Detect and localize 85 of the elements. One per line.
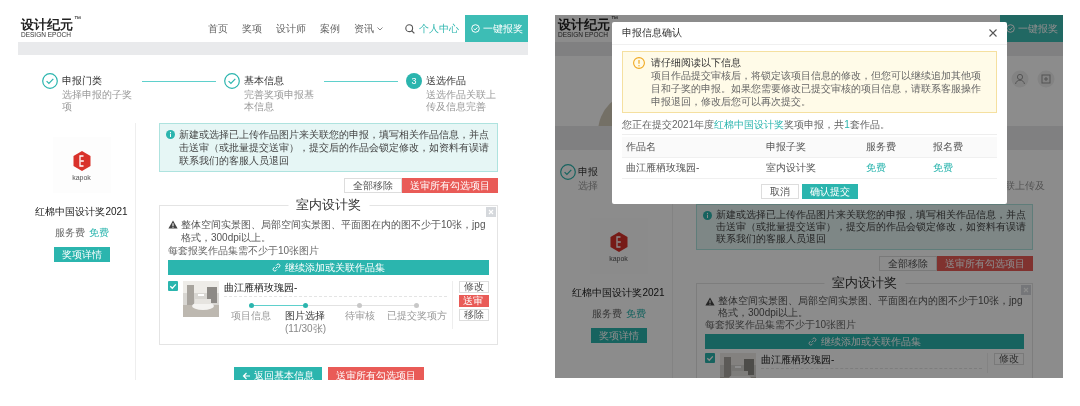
hexagon-logo-icon [608, 230, 629, 253]
notice-text: 新建或选择已上传作品图片来关联您的申报，填写相关作品信息，并点击送审（或批量提交送审），提交后的作品会锁定修改，如资料有误请联系我们的客服人员退回 [716, 209, 1026, 245]
remove-all-button[interactable]: 全部移除 [879, 256, 937, 271]
step-description: 选择申报的子奖项 [62, 89, 133, 113]
submit-all-button[interactable]: 送审所有勾选项目 [402, 178, 498, 193]
add-portfolio-button[interactable]: 继续添加或关联作品集 [705, 334, 1024, 349]
step-number: 3 [406, 73, 422, 89]
table-cell-text: 免费 [865, 161, 887, 175]
link-icon [272, 263, 281, 272]
submit-all-button[interactable]: 送审所有勾选项目 [327, 367, 424, 380]
warning-icon [168, 220, 178, 229]
alert-message: 项目作品提交审核后，将锁定该项目信息的修改，但您可以继续追加其他项目和子奖的申报。如果您需要修改已提交审核的项目信息，请联系客服操作申报退回，修改后您可以再次提交。 [651, 69, 982, 108]
info-icon [166, 130, 175, 139]
check-circle-icon [470, 24, 480, 33]
table-cell-text: 室内设计奖 [765, 161, 817, 175]
close-button[interactable] [989, 29, 997, 37]
section-title: 室内设计奖 [288, 197, 369, 213]
submission-summary: 您正在提交2021年度红棉中国设计奖奖项申报，共1套作品。 [622, 118, 997, 135]
nav-link[interactable]: 资讯 [354, 21, 383, 36]
step-title: 申报门类 [62, 74, 103, 88]
step-title: 申报 [578, 165, 598, 179]
step-description: 完善奖项申报基本信息 [244, 89, 315, 113]
nav-link[interactable]: 案例 [320, 21, 340, 36]
column-header: 服务费 [865, 140, 897, 154]
award-title: 红棉中国设计奖2021 [35, 205, 128, 219]
nav-link[interactable]: 首页 [208, 21, 228, 36]
logo-text: 设计纪元 [21, 18, 73, 32]
progress-label: 已提交奖项方 [387, 309, 447, 322]
remove-all-button[interactable]: 全部移除 [344, 178, 402, 193]
nav-link[interactable]: 奖项 [242, 21, 262, 36]
requirement-text: 整体空间实景图、局部空间实景图、平面图在内的图不少于10张，jpg格式，300dpi以上。 [181, 218, 487, 244]
work-title: 曲江雁栖玫瑰园- [224, 281, 447, 297]
user-center-link[interactable]: 个人中心 [419, 21, 459, 36]
cancel-button[interactable]: 取消 [761, 184, 799, 199]
close-icon [486, 207, 496, 217]
alert-icon [633, 57, 645, 69]
hexagon-logo-icon [71, 149, 92, 172]
link-icon [808, 337, 817, 346]
fee-value: 免费 [625, 307, 646, 321]
requirement-text: 整体空间实景图、局部空间实景图、平面图在内的图不少于10张，jpg格式，300dpi以上。 [718, 295, 1024, 319]
progress-label: 待审核 [344, 309, 375, 322]
alert-title: 请仔细阅读以下信息 [651, 56, 742, 69]
notice-text: 新建或选择已上传作品图片来关联您的申报，填写相关作品信息，并点击送审（或批量提交送审），提交后的作品会锁定修改，如资料有误请联系我们的客服人员退回 [179, 128, 490, 167]
award-title: 红棉中国设计奖2021 [572, 286, 665, 300]
column-header: 作品名 [625, 140, 657, 154]
report-award-button[interactable]: 一键报奖 [465, 15, 528, 42]
progress-label: 项目信息 [231, 309, 272, 322]
warning-icon [705, 297, 715, 306]
table-cell-text: 免费 [932, 161, 954, 175]
fee-label: 服务费 [591, 307, 622, 321]
section-title: 室内设计奖 [824, 275, 905, 291]
column-header: 报名费 [932, 140, 964, 154]
work-title: 曲江雁栖玫瑰园- [761, 353, 982, 369]
table-cell-text: 曲江雁栖玫瑰园- [625, 161, 701, 175]
requirement-note: 每套报奖作品集需不少于10张图片 [705, 319, 858, 331]
close-icon [989, 29, 997, 37]
search-icon [405, 23, 415, 34]
step-title: 送选作品 [426, 74, 467, 88]
step-check-icon [560, 164, 576, 180]
user-icon [1011, 70, 1029, 88]
info-icon [703, 211, 712, 220]
work-action-button[interactable]: 移除 [459, 309, 489, 321]
progress-count: (11/30张) [285, 322, 326, 336]
confirm-button[interactable]: 确认提交 [802, 184, 858, 199]
requirement-note: 每套报奖作品集需不少于10张图片 [168, 244, 321, 257]
fee-label: 服务费 [54, 226, 85, 240]
column-header: 申报子奖 [765, 140, 807, 154]
logo-text: 设计纪元 [558, 18, 610, 32]
award-details-button[interactable]: 奖项详情 [53, 247, 110, 262]
award-link[interactable]: 红棉中国设计奖 [714, 119, 785, 130]
step-title: 基本信息 [244, 74, 285, 88]
dialog-title: 申报信息确认 [622, 26, 682, 40]
nav-link[interactable]: 设计师 [276, 21, 306, 36]
progress-label: 图片选择 [285, 309, 326, 322]
work-action-button[interactable]: 修改 [459, 281, 489, 293]
back-button[interactable]: 返回基本信息 [233, 367, 322, 380]
fee-value: 免费 [88, 226, 109, 240]
add-icon [1037, 70, 1055, 88]
work-action-button[interactable]: 修改 [994, 353, 1024, 365]
work-action-button[interactable]: 送审 [459, 295, 489, 307]
submit-all-button[interactable]: 送审所有勾选项目 [937, 256, 1033, 271]
add-portfolio-button[interactable]: 继续添加或关联作品集 [168, 260, 489, 275]
award-details-button[interactable]: 奖项详情 [590, 328, 647, 343]
back-arrow-icon [241, 371, 251, 380]
step-description: 送选作品关联上传及信息完善 [426, 89, 497, 113]
